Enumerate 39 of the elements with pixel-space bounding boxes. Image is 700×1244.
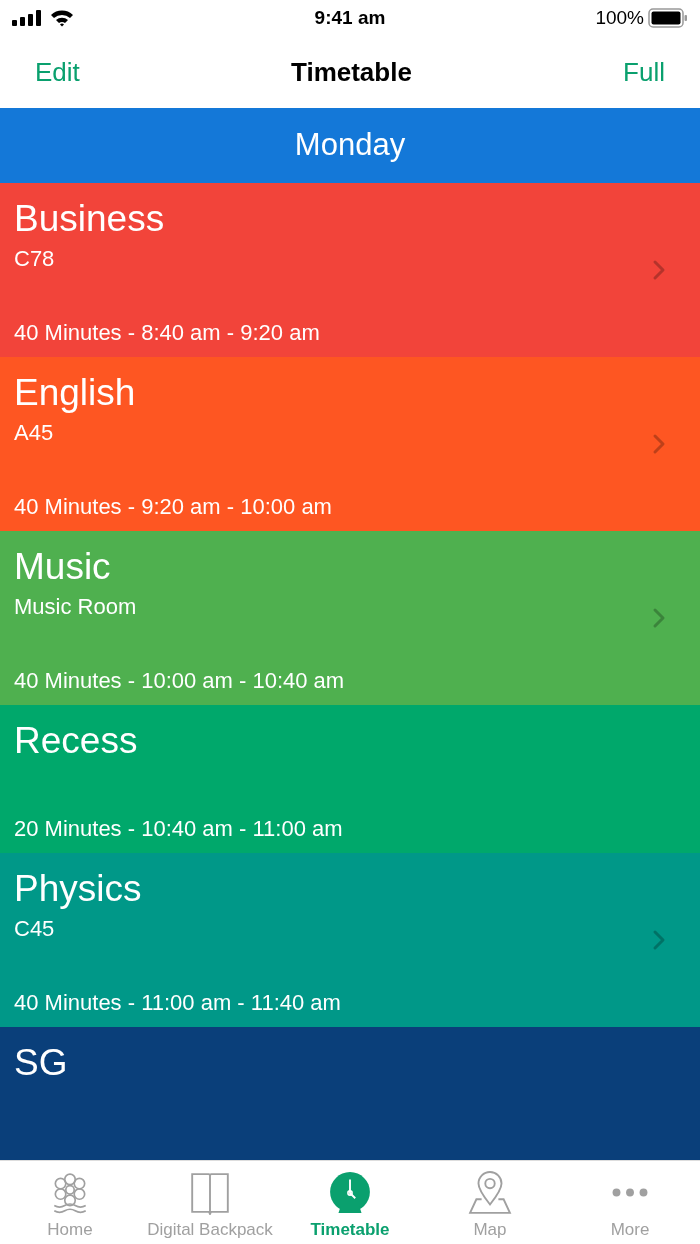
- tab-item[interactable]: More: [560, 1161, 700, 1244]
- lesson-row[interactable]: Physics C45 40 Minutes - 11:00 am - 11:40 am: [0, 853, 700, 1027]
- lesson-time: 20 Minutes - 10:40 am - 11:00 am: [14, 815, 343, 843]
- status-time: 9:41 am: [314, 5, 386, 30]
- wifi-icon: [50, 9, 74, 27]
- page-title: Timetable: [291, 55, 412, 89]
- lesson-row[interactable]: SG: [0, 1027, 700, 1160]
- lesson-time: 40 Minutes - 10:00 am - 10:40 am: [14, 667, 345, 695]
- lesson-row[interactable]: Business C78 40 Minutes - 8:40 am - 9:20 am: [0, 183, 700, 357]
- lesson-title: English: [14, 371, 136, 415]
- lesson-title: Physics: [14, 867, 142, 911]
- lesson-room: A45: [14, 419, 54, 447]
- lesson-title: Business: [14, 197, 165, 241]
- day-title: Monday: [294, 126, 406, 165]
- tab-item[interactable]: Home: [0, 1161, 140, 1244]
- tab-item[interactable]: Timetable: [280, 1161, 420, 1244]
- tab-item[interactable]: Map: [420, 1161, 560, 1244]
- lesson-time: 40 Minutes - 9:20 am - 10:00 am: [14, 493, 332, 521]
- battery-percent: 100%: [595, 5, 644, 30]
- lesson-room: Music Room: [14, 593, 137, 621]
- lesson-room: C45: [14, 915, 55, 943]
- more-icon: [612, 1188, 648, 1197]
- full-link[interactable]: Full: [623, 52, 665, 92]
- lesson-room: C78: [14, 245, 55, 273]
- edit-link[interactable]: Edit: [35, 52, 80, 92]
- lesson-title: SG: [14, 1041, 68, 1085]
- lesson-row[interactable]: Recess 20 Minutes - 10:40 am - 11:00 am: [0, 705, 700, 853]
- lesson-row[interactable]: Music Music Room 40 Minutes - 10:00 am - 10:40 am: [0, 531, 700, 705]
- signal-icon: [12, 10, 44, 26]
- lesson-time: 40 Minutes - 8:40 am - 9:20 am: [14, 319, 320, 347]
- map-pin-icon: [468, 1171, 512, 1215]
- lesson-title: Recess: [14, 719, 138, 763]
- clock-icon: [328, 1171, 372, 1215]
- book-icon: [188, 1171, 232, 1215]
- battery-icon: [648, 8, 688, 28]
- lesson-title: Music: [14, 545, 111, 589]
- lesson-time: 40 Minutes - 11:00 am - 11:40 am: [14, 989, 341, 1017]
- tab-item[interactable]: Digital Backpack: [140, 1161, 280, 1244]
- lesson-row[interactable]: English A45 40 Minutes - 9:20 am - 10:00 am: [0, 357, 700, 531]
